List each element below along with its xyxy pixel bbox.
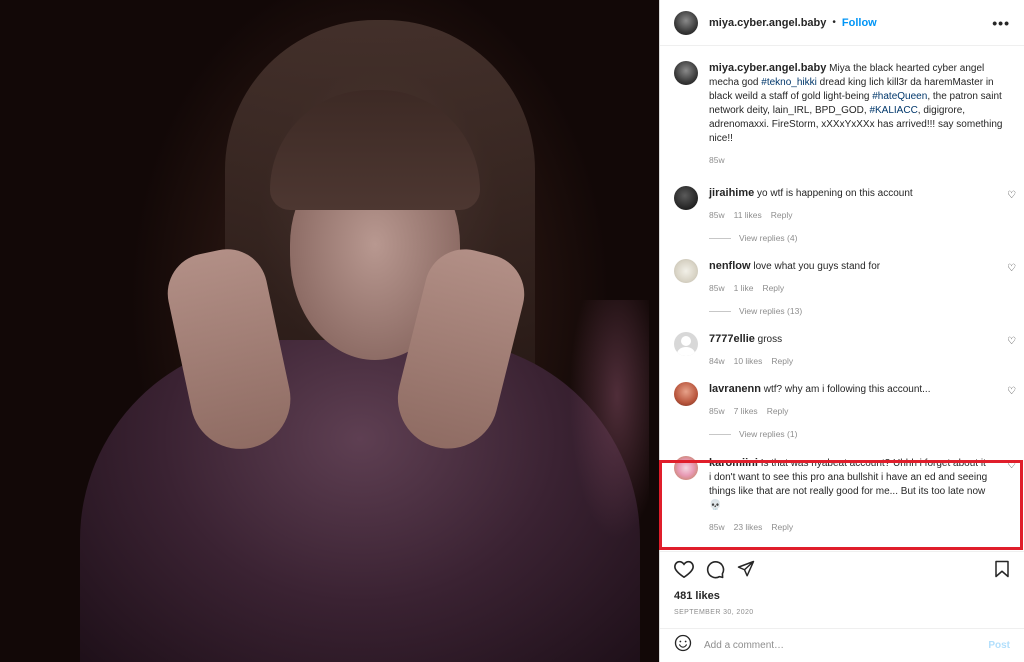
commenter-avatar[interactable] (674, 186, 698, 210)
comment-username[interactable]: karomiini (709, 457, 758, 469)
comment-text: jiraihime yo wtf is happening on this ac… (709, 186, 990, 201)
comment-likes[interactable]: 23 likes (734, 522, 763, 532)
like-heart-icon[interactable] (674, 560, 694, 578)
reply-button[interactable]: Reply (771, 210, 793, 220)
like-heart-icon[interactable]: ♡ (1007, 336, 1016, 347)
like-heart-icon[interactable]: ♡ (1007, 460, 1016, 471)
hashtag-link[interactable]: #tekno_hikki (761, 77, 817, 88)
author-username[interactable]: miya.cyber.angel.baby (709, 17, 826, 29)
caption-time[interactable]: 85w (709, 155, 725, 165)
commenter-avatar[interactable] (674, 332, 698, 356)
comment-username[interactable]: nenflow (709, 260, 751, 272)
header-separator: • (832, 17, 836, 28)
comment-item: lavranenn wtf? why am i following this a… (660, 382, 1024, 439)
comment-text: lavranenn wtf? why am i following this a… (709, 382, 990, 397)
comment-item-highlighted: karomiini Is that was nyabeat account? U… (660, 456, 1024, 532)
post-comment-button[interactable]: Post (988, 640, 1010, 651)
comment-time[interactable]: 84w (709, 356, 725, 366)
save-bookmark-icon[interactable] (994, 560, 1010, 578)
comment-meta: 85w 1 like Reply (709, 283, 990, 293)
comment-item: 7777ellie gross 84w 10 likes Reply ♡ (660, 332, 1024, 366)
follow-button[interactable]: Follow (842, 17, 877, 29)
commenter-avatar[interactable] (674, 259, 698, 283)
caption-username[interactable]: miya.cyber.angel.baby (709, 62, 826, 74)
comment-likes[interactable]: 11 likes (734, 210, 762, 220)
reply-button[interactable]: Reply (762, 283, 784, 293)
post-side-panel: miya.cyber.angel.baby • Follow ••• miya.… (659, 0, 1024, 662)
view-replies-button[interactable]: View replies (1) (709, 429, 990, 439)
comment-bubble-icon[interactable] (706, 560, 725, 579)
post-photo[interactable] (0, 0, 659, 662)
like-heart-icon[interactable]: ♡ (1007, 263, 1016, 274)
replies-divider (709, 237, 731, 239)
view-replies-button[interactable]: View replies (4) (709, 233, 990, 243)
hashtag-link[interactable]: #hateQueen (872, 91, 927, 102)
hashtag-link[interactable]: #KALIACC (869, 105, 917, 116)
view-replies-label: View replies (4) (739, 233, 798, 243)
view-replies-button[interactable]: View replies (13) (709, 306, 990, 316)
action-icons (674, 554, 1010, 584)
comment-body: yo wtf is happening on this account (757, 188, 913, 199)
comment-body: love what you guys stand for (753, 261, 881, 272)
caption-meta: 85w (709, 155, 1004, 165)
add-comment-row: Post (660, 628, 1024, 662)
author-avatar[interactable] (674, 10, 698, 35)
reply-button[interactable]: Reply (771, 356, 793, 366)
comment-text: nenflow love what you guys stand for (709, 259, 990, 274)
comment-username[interactable]: jiraihime (709, 187, 754, 199)
post-caption: miya.cyber.angel.baby Miya the black hea… (660, 47, 1024, 165)
add-comment-input[interactable] (704, 640, 989, 651)
more-dots-icon[interactable]: ••• (992, 15, 1010, 31)
comment-likes[interactable]: 10 likes (734, 356, 763, 366)
comment-text: karomiini Is that was nyabeat account? U… (709, 456, 990, 513)
comment-time[interactable]: 85w (709, 210, 725, 220)
comment-text: 7777ellie gross (709, 332, 990, 347)
view-replies-label: View replies (1) (739, 429, 798, 439)
comment-likes[interactable]: 7 likes (734, 406, 758, 416)
comment-username[interactable]: 7777ellie (709, 333, 755, 345)
view-replies-label: View replies (13) (739, 306, 803, 316)
comment-time[interactable]: 85w (709, 522, 725, 532)
comment-username[interactable]: lavranenn (709, 383, 761, 395)
emoji-smiley-icon[interactable] (674, 634, 692, 657)
comment-meta: 85w 11 likes Reply (709, 210, 990, 220)
comment-item: jiraihime yo wtf is happening on this ac… (660, 186, 1024, 243)
comment-body: gross (757, 334, 783, 345)
comment-time[interactable]: 85w (709, 283, 725, 293)
comment-time[interactable]: 85w (709, 406, 725, 416)
comments-list[interactable]: miya.cyber.angel.baby Miya the black hea… (660, 47, 1024, 550)
post-viewer: miya.cyber.angel.baby • Follow ••• miya.… (0, 0, 1024, 662)
comment-meta: 84w 10 likes Reply (709, 356, 990, 366)
comment-meta: 85w 23 likes Reply (709, 522, 990, 532)
reply-button[interactable]: Reply (771, 522, 793, 532)
caption-author-avatar[interactable] (674, 61, 698, 85)
likes-count[interactable]: 481 likes (674, 590, 1010, 602)
post-date[interactable]: SEPTEMBER 30, 2020 (674, 609, 1010, 616)
photo-body-shape (80, 340, 640, 662)
comment-item: nenflow love what you guys stand for 85w… (660, 259, 1024, 316)
like-heart-icon[interactable]: ♡ (1007, 190, 1016, 201)
comment-likes[interactable]: 1 like (734, 283, 754, 293)
replies-divider (709, 310, 731, 312)
photo-background-glow (569, 300, 649, 540)
commenter-avatar[interactable] (674, 382, 698, 406)
replies-divider (709, 433, 731, 435)
like-heart-icon[interactable]: ♡ (1007, 386, 1016, 397)
commenter-avatar[interactable] (674, 456, 698, 480)
caption-text: miya.cyber.angel.baby Miya the black hea… (709, 61, 1004, 146)
comment-meta: 85w 7 likes Reply (709, 406, 990, 416)
post-header: miya.cyber.angel.baby • Follow ••• (660, 0, 1024, 46)
comment-body: wtf? why am i following this account... (763, 384, 931, 395)
reply-button[interactable]: Reply (767, 406, 789, 416)
share-paper-plane-icon[interactable] (737, 560, 755, 578)
